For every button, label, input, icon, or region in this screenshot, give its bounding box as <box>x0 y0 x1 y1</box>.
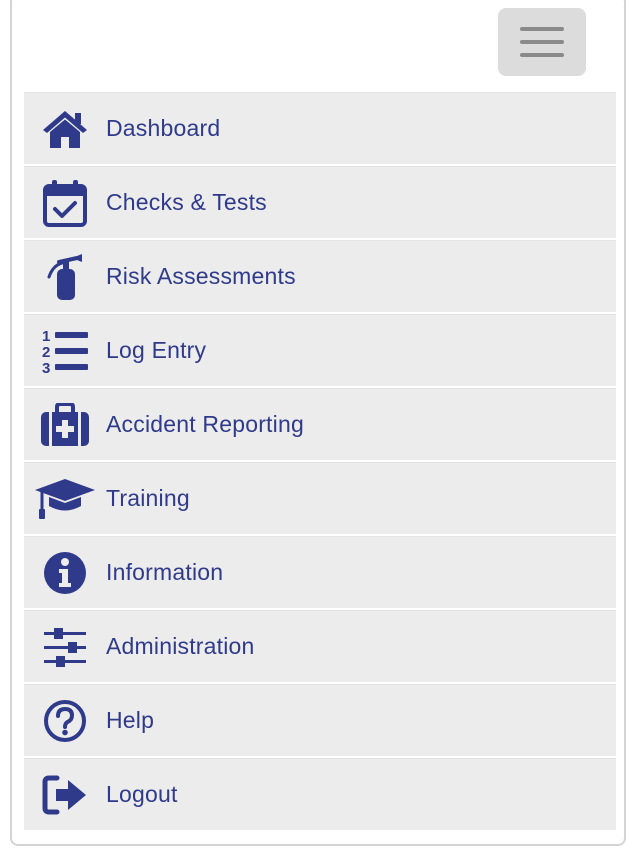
menu-item-logout[interactable]: Logout <box>24 758 616 830</box>
sliders-icon <box>24 611 106 683</box>
fire-extinguisher-icon <box>24 241 106 313</box>
menu-item-label: Administration <box>106 633 255 659</box>
menu-item-label: Risk Assessments <box>106 263 296 289</box>
menu-item-log-entry[interactable]: 1 2 3 Log Entry <box>24 314 616 386</box>
svg-text:1: 1 <box>42 328 50 345</box>
menu-toggle-button[interactable] <box>498 8 586 76</box>
menu-item-administration[interactable]: Administration <box>24 610 616 682</box>
menu-item-label: Help <box>106 707 155 733</box>
menu-item-label: Log Entry <box>106 337 207 363</box>
menu-item-accident-reporting[interactable]: Accident Reporting <box>24 388 616 460</box>
numbered-list-icon: 1 2 3 <box>24 315 106 387</box>
menu-item-help[interactable]: Help <box>24 684 616 756</box>
svg-text:3: 3 <box>42 360 50 376</box>
menu-item-training[interactable]: Training <box>24 462 616 534</box>
hamburger-icon-bar <box>520 53 564 57</box>
menu-item-risk-assessments[interactable]: Risk Assessments <box>24 240 616 312</box>
calendar-check-icon <box>24 167 106 239</box>
hamburger-icon-bar <box>520 27 564 31</box>
graduation-cap-icon <box>24 463 106 535</box>
sign-out-icon <box>24 759 106 831</box>
menu-item-dashboard[interactable]: Dashboard <box>24 92 616 164</box>
question-circle-icon <box>24 685 106 757</box>
menu-item-label: Logout <box>106 781 178 807</box>
menu-item-checks-tests[interactable]: Checks & Tests <box>24 166 616 238</box>
medkit-icon <box>24 389 106 461</box>
menu-item-label: Information <box>106 559 224 585</box>
hamburger-icon-bar <box>520 40 564 44</box>
menu-item-label: Accident Reporting <box>106 411 304 437</box>
menu-item-label: Checks & Tests <box>106 189 267 215</box>
main-menu: Dashboard Checks & Tests Risk Assessment <box>24 92 616 832</box>
menu-item-label: Dashboard <box>106 115 221 141</box>
menu-item-label: Training <box>106 485 190 511</box>
menu-item-information[interactable]: Information <box>24 536 616 608</box>
home-icon <box>24 93 106 165</box>
svg-text:2: 2 <box>42 344 50 361</box>
info-circle-icon <box>24 537 106 609</box>
